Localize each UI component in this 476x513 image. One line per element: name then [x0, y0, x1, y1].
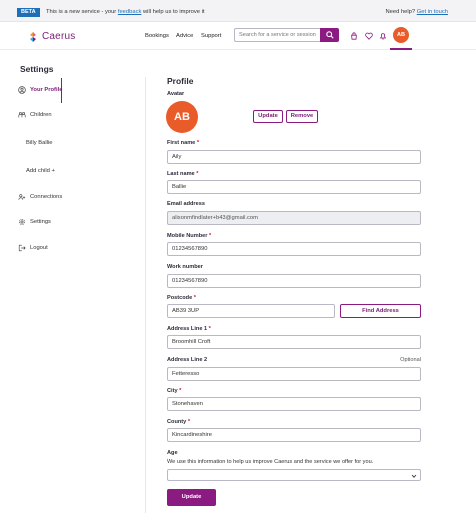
email-label: Email address — [167, 201, 205, 207]
required-marker: * — [187, 419, 191, 425]
mobile-label: Mobile Number * — [167, 233, 211, 239]
sidebar-child-billy[interactable]: Billy Ballie — [26, 140, 52, 146]
user-avatar[interactable]: AB — [393, 27, 409, 43]
avatar-active-indicator — [390, 48, 412, 50]
city-label: City * — [167, 388, 181, 394]
sidebar-item-your-profile[interactable]: Your Profile — [18, 84, 62, 96]
get-in-touch-link[interactable]: Get in touch — [417, 9, 448, 15]
feedback-link[interactable]: feedback — [118, 9, 142, 15]
label-text: Mobile Number — [167, 233, 208, 239]
email-field: alisonmfindlater+b43@gmail.com — [167, 211, 421, 225]
search-icon — [325, 31, 334, 39]
address-line-2-label: Address Line 2 — [167, 357, 208, 363]
required-marker: * — [208, 326, 211, 332]
search-input[interactable] — [234, 28, 322, 42]
site-header: Caerus Bookings Advice Support AB — [0, 22, 476, 50]
nav-advice[interactable]: Advice — [176, 33, 193, 39]
sidebar-item-label: Connections — [30, 194, 63, 200]
update-profile-button[interactable]: Update — [167, 489, 216, 506]
caerus-logo[interactable]: Caerus — [27, 30, 75, 43]
county-field[interactable]: Kincardineshire — [167, 428, 421, 442]
last-name-label: Last name * — [167, 171, 198, 177]
beta-tag: BETA — [17, 8, 40, 17]
mobile-field[interactable]: 01234567890 — [167, 242, 421, 256]
required-marker: * — [208, 233, 212, 239]
brand-name: Caerus — [42, 31, 76, 42]
sidebar-item-label: Logout — [30, 245, 48, 251]
address-line-1-field[interactable]: Broomhill Croft — [167, 335, 421, 349]
required-marker: * — [179, 388, 182, 394]
content-divider — [145, 77, 146, 513]
logout-icon — [18, 244, 26, 252]
page-title: Profile — [167, 76, 194, 86]
label-text: First name — [167, 140, 196, 146]
first-name-field[interactable]: Aily — [167, 150, 421, 164]
beta-text-end: will help us to improve it — [141, 9, 205, 15]
user-circle-icon — [18, 86, 26, 94]
age-select[interactable] — [167, 469, 421, 481]
sidebar-item-label: Children — [30, 112, 52, 118]
label-text: Postcode — [167, 295, 193, 301]
first-name-label: First name * — [167, 140, 199, 146]
connections-icon — [18, 194, 26, 200]
postcode-field[interactable]: AB39 3UP — [167, 304, 335, 318]
beta-text-start: This is a new service - your — [46, 9, 118, 15]
beta-message: This is a new service - your feedback wi… — [46, 9, 205, 15]
sidebar-add-child[interactable]: Add child + — [26, 168, 55, 174]
heart-icon[interactable] — [365, 32, 373, 40]
search-button[interactable] — [320, 28, 339, 42]
label-text: County — [167, 419, 187, 425]
children-icon — [18, 112, 26, 118]
help-message: Need help? Get in touch — [385, 9, 448, 15]
county-label: County * — [167, 419, 190, 425]
update-avatar-button[interactable]: Update — [253, 110, 283, 123]
beta-banner: BETA This is a new service - your feedba… — [0, 0, 476, 22]
chevron-down-icon — [411, 474, 417, 478]
help-text: Need help? — [385, 9, 417, 15]
label-text: Last name — [167, 171, 195, 177]
sidebar-item-children[interactable]: Children — [18, 109, 52, 121]
postcode-label: Postcode * — [167, 295, 196, 301]
address-line-2-field[interactable]: Fetteresso — [167, 367, 421, 381]
bell-icon[interactable] — [379, 32, 387, 40]
sidebar-item-label: Your Profile — [30, 87, 63, 93]
age-label: Age — [167, 450, 178, 456]
settings-title: Settings — [20, 64, 54, 74]
label-text: Address Line 1 — [167, 326, 208, 332]
nav-bookings[interactable]: Bookings — [145, 33, 169, 39]
gear-icon — [19, 219, 25, 225]
caerus-logo-icon — [30, 31, 36, 42]
find-address-button[interactable]: Find Address — [340, 304, 421, 318]
label-text: City — [167, 388, 178, 394]
city-field[interactable]: Stonehaven — [167, 397, 421, 411]
sidebar-item-settings[interactable]: Settings — [18, 216, 51, 228]
avatar-label: Avatar — [167, 91, 185, 97]
profile-avatar: AB — [166, 101, 198, 133]
basket-icon[interactable] — [350, 32, 358, 40]
age-helper-text: We use this information to help us impro… — [167, 459, 374, 465]
optional-hint: Optional — [400, 357, 421, 363]
work-number-field[interactable]: 01234567890 — [167, 274, 421, 288]
remove-avatar-button[interactable]: Remove — [286, 110, 318, 123]
address-line-1-label: Address Line 1 * — [167, 326, 211, 332]
required-marker: * — [193, 295, 196, 301]
sidebar-item-label: Settings — [30, 219, 51, 225]
nav-support[interactable]: Support — [201, 33, 221, 39]
sidebar-item-logout[interactable]: Logout — [18, 242, 48, 254]
sidebar-item-connections[interactable]: Connections — [18, 191, 62, 203]
last-name-field[interactable]: Ballie — [167, 180, 421, 194]
required-marker: * — [196, 140, 200, 146]
required-marker: * — [196, 171, 199, 177]
work-number-label: Work number — [167, 264, 203, 270]
